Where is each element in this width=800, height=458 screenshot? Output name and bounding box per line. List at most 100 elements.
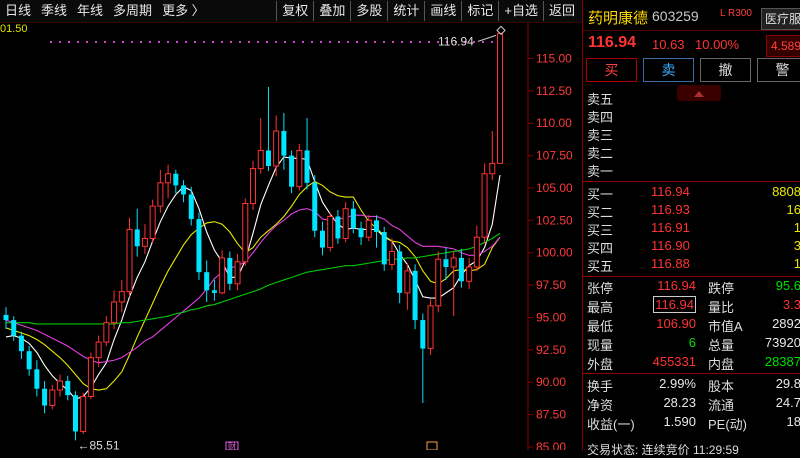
bid-price: 116.94 [651, 184, 690, 199]
candle-body [227, 257, 233, 284]
trade-buttons: 买 卖 撤 警 [586, 58, 800, 82]
sector-change-pct: 4.589 [766, 35, 800, 57]
indicator-dot [329, 41, 331, 43]
candle-body [141, 238, 148, 247]
candle-body [435, 258, 442, 307]
add-watchlist-button[interactable]: +自选 [498, 1, 543, 21]
candle-body [188, 194, 194, 220]
candle-body [211, 290, 217, 293]
tab-yearly[interactable]: 年线 [72, 0, 108, 22]
float-shares-value: 24.7 [775, 395, 800, 410]
y-tick-label: 87.50 [536, 408, 566, 422]
chart-tools: 复权 叠加 多股 统计 画线 标记 +自选 返回 [276, 1, 580, 21]
bid-price: 116.90 [651, 238, 690, 253]
statistics-button[interactable]: 统计 [387, 1, 424, 21]
inner-volume-value: 28387 [764, 354, 800, 369]
indicator-dot [239, 41, 241, 43]
stat-label: 收益(一) [587, 417, 635, 432]
multi-stock-button[interactable]: 多股 [350, 1, 387, 21]
indicator-dot [230, 41, 232, 43]
candle-body [427, 305, 434, 350]
stat-label: 净资 [587, 398, 614, 413]
candle-body [304, 150, 310, 183]
candle-body [26, 351, 32, 370]
turnover-value: 2.99% [659, 376, 696, 391]
market-cap-value: 2892 [772, 316, 800, 331]
candle-body [219, 257, 226, 294]
indicator-dot [221, 41, 223, 43]
stat-label: 量比 [708, 300, 735, 315]
alert-button[interactable]: 警 [757, 58, 800, 82]
indicator-dot [113, 41, 115, 43]
indicator-dot [266, 41, 268, 43]
stat-label: PE(动) [708, 417, 748, 432]
candlestick-chart[interactable]: 115.00 112.50 110.00 107.50 105.00 102.50 100.… [0, 22, 582, 450]
cancel-order-button[interactable]: 撤 [700, 58, 751, 82]
buy-button[interactable]: 买 [586, 58, 637, 82]
candle-body [497, 32, 503, 164]
tab-more[interactable]: 更多 〉 [157, 0, 210, 22]
stock-code: 603259 [652, 8, 699, 24]
indicator-dot [86, 41, 88, 43]
price-change: 10.63 [652, 37, 685, 52]
indicator-dot [302, 41, 304, 43]
indicator-dot [374, 41, 376, 43]
candle-body [312, 182, 318, 231]
indicator-dot [311, 41, 313, 43]
overlay-button[interactable]: 叠加 [313, 1, 350, 21]
indicator-dot [212, 41, 214, 43]
ask-row: 卖一 [583, 160, 800, 179]
candle-body [397, 251, 403, 293]
candle-body [196, 219, 202, 273]
indicator-dot [50, 41, 52, 43]
candle-body [281, 131, 287, 156]
tab-multi-period[interactable]: 多周期 [108, 0, 157, 22]
bid-row: 买二 116.93 16 [583, 201, 800, 220]
tab-daily[interactable]: 日线 [0, 0, 36, 22]
bid-volume: 16 [786, 202, 800, 217]
indicator-dot [356, 41, 358, 43]
y-tick-label: 110.00 [536, 116, 572, 130]
bid-row: 买三 116.91 1 [583, 219, 800, 238]
ask-book: 卖五 卖四 卖三 卖二 卖一 [583, 88, 800, 179]
indicator-dot [347, 41, 349, 43]
candle-body [404, 270, 411, 294]
indicator-dot [203, 41, 205, 43]
share-capital-value: 29.8 [775, 376, 800, 391]
stat-label: 最高 [587, 300, 614, 315]
event-marker [426, 441, 438, 450]
candle-body [173, 173, 179, 186]
candle-body [80, 395, 87, 432]
candle-body [374, 220, 379, 233]
ask-row: 卖四 [583, 106, 800, 125]
limit-up-value: 116.94 [657, 278, 696, 293]
indicator-dot [257, 41, 259, 43]
high-label: 116.94 [438, 34, 474, 48]
sector-button[interactable]: 医疗服 [761, 8, 800, 30]
indicator-dot [158, 41, 160, 43]
indicator-dot [167, 41, 169, 43]
candle-body [342, 208, 349, 239]
low-value: 106.90 [656, 316, 696, 331]
candle-body [111, 301, 118, 324]
candle-body [87, 357, 94, 397]
candle-body [265, 150, 271, 166]
high-pointer [477, 34, 497, 42]
candle-body [489, 162, 496, 175]
candle-body [134, 229, 140, 247]
divider [583, 373, 800, 374]
tab-quarterly[interactable]: 季线 [36, 0, 72, 22]
price-change-pct: 10.00% [695, 37, 740, 52]
stat-label: 总量 [708, 338, 735, 353]
bid-volume: 8808 [772, 184, 800, 199]
sell-button[interactable]: 卖 [643, 58, 694, 82]
candle-body [181, 185, 187, 195]
bid-volume: 1 [793, 256, 800, 271]
back-button[interactable]: 返回 [542, 1, 580, 21]
draw-line-button[interactable]: 画线 [424, 1, 461, 21]
candle-body [103, 322, 110, 343]
stat-label: 最低 [587, 319, 614, 334]
adjust-button[interactable]: 复权 [276, 1, 313, 21]
indicator-dot [419, 41, 421, 43]
mark-button[interactable]: 标记 [461, 1, 498, 21]
